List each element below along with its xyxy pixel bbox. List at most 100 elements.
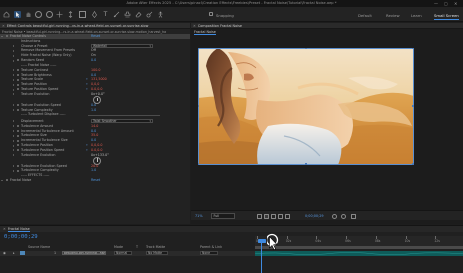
col-mode[interactable]: Mode [114, 245, 123, 249]
workspace-small-screen[interactable]: Small Screen [434, 13, 459, 20]
eye-icon[interactable]: ◉ [3, 251, 6, 256]
label-color-swatch[interactable] [20, 251, 25, 255]
maximize-icon[interactable]: ▢ [444, 1, 448, 6]
composition-viewer[interactable] [198, 48, 414, 165]
transform-handle[interactable] [305, 48, 308, 50]
layer-twirl-icon[interactable]: ▸ [13, 251, 15, 256]
twirl-icon[interactable] [13, 169, 14, 172]
twirl-icon[interactable] [13, 69, 14, 72]
layer-name[interactable]: beautiful-girl-running...harvest_ha [62, 251, 106, 256]
timeline-current-time[interactable]: 0;00;00;29 [4, 234, 38, 240]
work-area-bar[interactable] [255, 246, 463, 249]
stopwatch-icon[interactable] [17, 73, 19, 76]
twirl-icon[interactable] [13, 93, 14, 96]
reset-button[interactable]: Reset [91, 178, 100, 183]
zoom-level[interactable]: 71% [195, 213, 203, 219]
timeline-tab[interactable]: Fractal Noise [7, 227, 30, 232]
stopwatch-icon[interactable] [17, 78, 19, 81]
pan-tool-icon[interactable] [56, 11, 63, 18]
stopwatch-icon[interactable] [17, 108, 19, 111]
transparency-grid-icon[interactable] [264, 213, 269, 219]
stopwatch-icon[interactable] [17, 88, 19, 91]
parent-dropdown[interactable]: None [200, 251, 218, 256]
playhead[interactable] [261, 242, 262, 273]
transform-handle[interactable] [412, 105, 414, 108]
panel-close-icon[interactable]: ✕ [193, 24, 196, 28]
col-parent[interactable]: Parent & Link [200, 245, 222, 249]
twirl-icon[interactable] [13, 154, 14, 157]
effect-property-value[interactable]: 0x+133.0° [91, 153, 109, 158]
pen-tool-icon[interactable] [91, 10, 98, 18]
hand-tool-icon[interactable] [25, 11, 32, 18]
selection-tool-icon[interactable] [14, 11, 21, 18]
twirl-icon[interactable] [13, 54, 14, 57]
type-tool-icon[interactable]: T [102, 11, 109, 18]
snapping-checkbox[interactable] [209, 11, 213, 16]
brush-tool-icon[interactable] [113, 11, 120, 18]
transform-handle[interactable] [412, 163, 414, 165]
dolly-tool-icon[interactable] [67, 11, 74, 18]
col-track-matte[interactable]: Track Matte [146, 245, 165, 249]
stopwatch-icon[interactable] [17, 164, 19, 167]
stopwatch-icon[interactable] [17, 149, 19, 152]
preview-timecode[interactable]: 0;00;00;29 [305, 213, 324, 219]
stopwatch-icon[interactable] [17, 129, 19, 132]
panel-close-icon[interactable]: ✕ [2, 24, 5, 28]
effect-property-row[interactable]: Texture Evolution 0x+0.0° [0, 92, 190, 105]
track-matte-dropdown[interactable]: No Matte [146, 251, 168, 256]
guides-icon[interactable] [278, 213, 283, 219]
region-of-interest-icon[interactable] [257, 213, 262, 219]
stopwatch-icon[interactable] [17, 59, 19, 62]
twirl-icon[interactable] [13, 139, 14, 142]
transform-handle[interactable] [305, 163, 308, 165]
panel-close-icon[interactable]: ✕ [3, 227, 6, 231]
stopwatch-icon[interactable] [17, 83, 19, 86]
orbit-tool-icon[interactable] [46, 11, 53, 18]
transform-handle[interactable] [198, 48, 200, 50]
twirl-icon[interactable] [13, 74, 14, 77]
stopwatch-icon[interactable] [17, 144, 19, 147]
home-icon[interactable] [3, 11, 10, 18]
transform-handle[interactable] [198, 163, 200, 165]
fx-toggle-icon[interactable] [6, 35, 8, 38]
resolution-dropdown[interactable]: Full [211, 213, 235, 219]
roto-brush-tool-icon[interactable] [146, 11, 153, 18]
channel-icon[interactable] [285, 213, 290, 219]
stopwatch-icon[interactable] [17, 134, 19, 137]
col-source-name[interactable]: Source Name [28, 245, 50, 249]
twirl-icon[interactable] [13, 144, 14, 147]
twirl-icon[interactable] [13, 165, 14, 168]
twirl-icon[interactable] [13, 45, 14, 48]
twirl-icon[interactable] [13, 109, 14, 112]
workspace-default[interactable]: Default [358, 13, 372, 18]
twirl-icon[interactable] [13, 88, 14, 91]
close-icon[interactable]: ✕ [454, 1, 457, 6]
snapshot-icon[interactable] [332, 213, 337, 219]
mask-visibility-icon[interactable] [271, 213, 276, 219]
zoom-tool-icon[interactable] [35, 11, 42, 18]
stopwatch-icon[interactable] [17, 104, 19, 107]
stopwatch-icon[interactable] [17, 125, 19, 128]
twirl-icon[interactable] [13, 125, 14, 128]
workspace-learn[interactable]: Learn [411, 13, 422, 18]
twirl-icon[interactable] [13, 50, 14, 53]
playhead-handle[interactable] [257, 238, 266, 243]
composition-tab[interactable]: Fractal Noise [191, 29, 463, 36]
twirl-icon[interactable] [13, 83, 14, 86]
show-snapshot-icon[interactable] [341, 213, 346, 219]
fx-toggle-icon[interactable] [6, 179, 8, 182]
layer-mode-dropdown[interactable]: Normal [114, 251, 132, 256]
twirl-icon[interactable] [1, 179, 3, 181]
eraser-tool-icon[interactable] [135, 11, 142, 18]
effect-property-dropdown[interactable]: Twist Smoother [91, 119, 153, 124]
layer-row[interactable]: ◉ ▸ 1 beautiful-girl-running...harvest_h… [0, 250, 255, 256]
color-channel-icon[interactable] [351, 213, 356, 219]
twirl-icon[interactable] [13, 78, 14, 81]
rectangle-tool-icon[interactable] [79, 11, 86, 18]
clone-stamp-tool-icon[interactable] [124, 11, 131, 18]
twirl-icon[interactable] [1, 35, 3, 37]
twirl-icon[interactable] [13, 149, 14, 152]
effect-property-row[interactable]: Fractal Noise Reset [0, 178, 190, 183]
twirl-icon[interactable] [13, 130, 14, 133]
stopwatch-icon[interactable] [17, 139, 19, 142]
